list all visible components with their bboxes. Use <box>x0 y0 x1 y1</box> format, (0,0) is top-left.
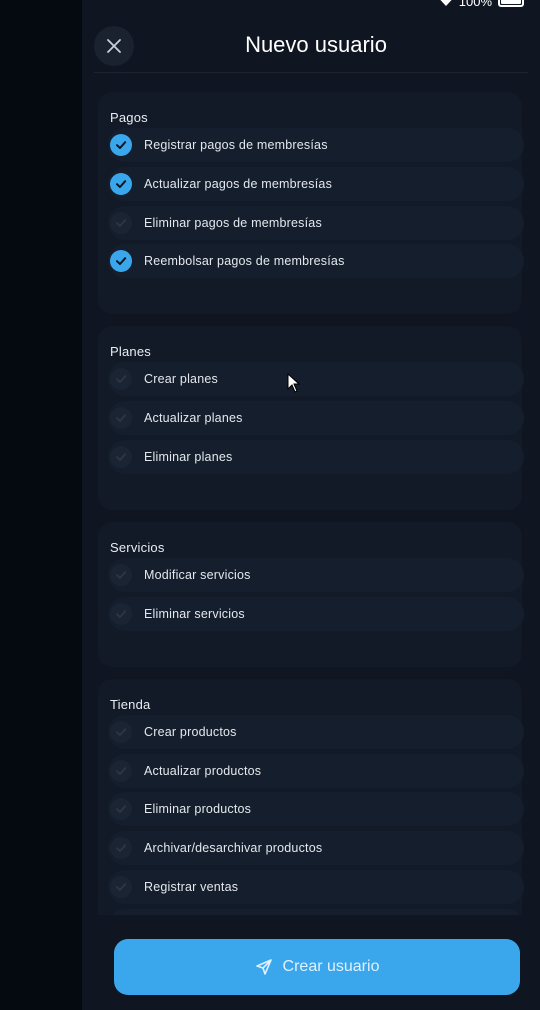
permission-section: Tienda Crear productos Actualizar producto… <box>98 678 524 915</box>
permission-checkbox[interactable] <box>110 798 132 821</box>
check-icon <box>116 414 127 423</box>
section-title: Tienda <box>110 696 151 712</box>
header-divider <box>94 72 528 73</box>
permission-row[interactable]: Actualizar planes <box>108 401 524 436</box>
check-icon <box>116 218 127 227</box>
permission-row[interactable]: Actualizar pagos de membresías <box>108 166 524 201</box>
permission-label: Actualizar pagos de membresías <box>144 176 333 191</box>
check-icon <box>116 179 127 188</box>
status-bar: 100% <box>439 0 524 9</box>
create-user-button[interactable]: Crear usuario <box>114 939 520 995</box>
permission-label: Eliminar planes <box>144 449 233 464</box>
permission-checkbox[interactable] <box>110 564 132 586</box>
battery-percent: 100% <box>458 0 492 9</box>
permission-checkbox[interactable] <box>110 837 132 860</box>
section-title: Planes <box>110 344 151 360</box>
check-icon <box>116 844 127 853</box>
permission-row[interactable]: Registrar ventas <box>108 869 524 904</box>
permission-row[interactable]: Crear planes <box>108 362 524 397</box>
check-icon <box>116 141 127 149</box>
page-title: Nuevo usuario <box>245 32 387 57</box>
permission-label: Eliminar productos <box>144 802 252 817</box>
permission-checkbox[interactable] <box>110 211 132 234</box>
permission-checkbox[interactable] <box>110 172 132 195</box>
permission-row[interactable]: Eliminar pagos de membresías <box>108 205 524 240</box>
dim-backdrop[interactable] <box>0 0 82 1010</box>
permission-checkbox[interactable] <box>110 250 132 273</box>
permission-checkbox[interactable] <box>110 445 132 468</box>
permission-row[interactable]: Archivar/desarchivar productos <box>108 831 524 866</box>
permission-checkbox[interactable] <box>110 134 132 156</box>
permission-section: Servicios Modificar servicios Eliminar ser… <box>98 522 524 667</box>
permission-checkbox[interactable] <box>110 720 132 743</box>
permission-row[interactable]: Eliminar servicios <box>108 596 524 631</box>
permission-row[interactable]: Eliminar productos <box>108 792 524 827</box>
permission-section: Pagos Registrar pagos de membresías Actual… <box>98 92 524 315</box>
section-title: Pagos <box>110 110 148 125</box>
permission-checkbox[interactable] <box>110 407 132 430</box>
permission-row[interactable]: Eliminar planes <box>108 439 524 474</box>
check-icon <box>116 805 127 814</box>
permission-label: Registrar pagos de membresías <box>144 138 328 152</box>
permission-label: Reembolsar pagos de membresías <box>144 254 345 269</box>
permissions-list[interactable]: Pagos Registrar pagos de membresías Actual… <box>82 80 540 915</box>
permission-label: Crear planes <box>144 372 218 387</box>
check-icon <box>116 883 127 891</box>
permission-label: Crear productos <box>144 724 237 739</box>
permission-checkbox[interactable] <box>110 875 132 898</box>
wifi-icon <box>440 0 452 6</box>
check-icon <box>116 609 127 618</box>
permission-row[interactable]: Modificar servicios <box>108 558 524 592</box>
check-icon <box>116 453 127 461</box>
permission-label: Actualizar planes <box>144 411 243 426</box>
footer: Crear usuario <box>82 915 540 1010</box>
permission-label: Modificar servicios <box>144 568 251 582</box>
check-icon <box>116 257 127 266</box>
battery-icon <box>498 0 524 7</box>
section-title: Servicios <box>110 540 165 555</box>
permission-row[interactable]: Crear productos <box>108 714 524 749</box>
permission-row[interactable]: Actualizar productos <box>108 753 524 788</box>
new-user-sheet: 100% Nuevo usuario Pagos Registrar pagos … <box>82 0 540 1010</box>
permission-label: Eliminar servicios <box>144 606 245 621</box>
mouse-cursor-icon <box>287 373 301 393</box>
permission-label: Actualizar productos <box>144 763 262 778</box>
check-icon <box>116 571 127 579</box>
permission-label: Registrar ventas <box>144 879 239 894</box>
check-icon <box>116 727 127 736</box>
permission-checkbox[interactable] <box>110 368 132 391</box>
permission-section: Planes Crear planes Actualizar planes Elimi… <box>98 326 524 510</box>
check-icon <box>116 375 127 384</box>
permission-row[interactable]: Registrar pagos de membresías <box>108 128 524 162</box>
header: Nuevo usuario <box>82 20 540 72</box>
create-user-label: Crear usuario <box>282 958 380 975</box>
permission-label: Eliminar pagos de membresías <box>144 215 322 230</box>
check-icon <box>116 766 127 775</box>
permission-checkbox[interactable] <box>110 602 132 625</box>
permission-label: Archivar/desarchivar productos <box>144 841 323 856</box>
permission-row[interactable]: Reembolsar pagos de membresías <box>108 244 524 279</box>
send-icon <box>255 959 272 975</box>
permission-checkbox[interactable] <box>110 759 132 782</box>
